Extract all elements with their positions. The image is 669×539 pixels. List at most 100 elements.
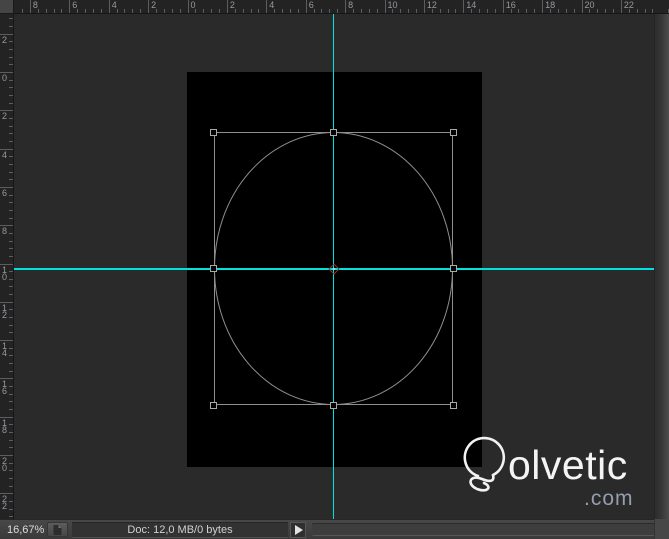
ruler-minor-tick bbox=[565, 9, 567, 13]
ruler-minor-tick bbox=[297, 9, 299, 13]
lightbulb-logo-icon bbox=[463, 436, 506, 492]
transform-handle-middle-left[interactable] bbox=[210, 265, 217, 272]
ruler-tick-label: 2 bbox=[2, 34, 8, 45]
ruler-major-tick bbox=[502, 0, 504, 13]
ruler-major-tick bbox=[187, 0, 189, 13]
ruler-minor-tick bbox=[179, 9, 181, 13]
ruler-minor-tick bbox=[9, 485, 13, 487]
ruler-major-tick bbox=[581, 0, 583, 13]
ruler-minor-tick bbox=[9, 500, 13, 502]
ruler-minor-tick bbox=[321, 9, 323, 13]
ruler-minor-tick bbox=[9, 102, 13, 104]
ruler-minor-tick bbox=[9, 117, 13, 119]
ruler-major-tick bbox=[148, 0, 150, 13]
ruler-minor-tick bbox=[360, 9, 362, 13]
status-bar: 16,67% Doc: 12,0 MB/0 bytes bbox=[0, 519, 669, 539]
ruler-minor-tick bbox=[9, 64, 13, 66]
ruler-major-tick bbox=[463, 0, 465, 13]
transform-handle-top-left[interactable] bbox=[210, 128, 217, 136]
ruler-minor-tick bbox=[9, 516, 13, 518]
transform-handle-top-center[interactable] bbox=[330, 128, 337, 136]
ruler-minor-tick bbox=[85, 9, 87, 13]
ruler-minor-tick bbox=[597, 9, 599, 13]
ruler-tick-label: 0 bbox=[2, 73, 8, 83]
ruler-minor-tick bbox=[22, 9, 24, 13]
ruler-minor-tick bbox=[337, 9, 339, 13]
ruler-minor-tick bbox=[9, 232, 13, 234]
ruler-major-tick bbox=[108, 0, 110, 13]
ruler-minor-tick bbox=[9, 248, 13, 250]
ruler-minor-tick bbox=[92, 9, 94, 13]
ruler-minor-tick bbox=[9, 194, 13, 196]
ruler-minor-tick bbox=[9, 317, 13, 319]
ruler-minor-tick bbox=[486, 9, 488, 13]
solvetic-watermark: olvetic .com bbox=[450, 430, 668, 516]
doc-info-icon-button[interactable] bbox=[47, 522, 68, 537]
ruler-minor-tick bbox=[9, 179, 13, 181]
ruler-minor-tick bbox=[132, 9, 134, 13]
ruler-minor-tick bbox=[234, 9, 236, 13]
ruler-minor-tick bbox=[431, 9, 433, 13]
ruler-minor-tick bbox=[573, 9, 575, 13]
ruler-minor-tick bbox=[9, 240, 13, 242]
ruler-minor-tick bbox=[392, 9, 394, 13]
ruler-minor-tick bbox=[203, 9, 205, 13]
ruler-minor-tick bbox=[9, 26, 13, 28]
ruler-minor-tick bbox=[526, 9, 528, 13]
transform-handle-bottom-right[interactable] bbox=[450, 401, 457, 409]
ruler-tick-label: 2 bbox=[2, 111, 8, 122]
ruler-minor-tick bbox=[250, 9, 252, 13]
ruler-minor-tick bbox=[352, 9, 354, 13]
doc-size-field[interactable]: Doc: 12,0 MB/0 bytes bbox=[72, 522, 288, 538]
ruler-minor-tick bbox=[376, 9, 378, 13]
transform-handle-middle-right[interactable] bbox=[450, 265, 457, 272]
page-icon bbox=[53, 525, 62, 535]
ruler-vertical[interactable]: 2 0 2 4 6 8 1 0 1 2 1 4 1 6 1 8 2 0 2 2 bbox=[0, 14, 14, 519]
ruler-minor-tick bbox=[518, 9, 520, 13]
ruler-minor-tick bbox=[9, 125, 13, 127]
ruler-minor-tick bbox=[9, 332, 13, 334]
ruler-minor-tick bbox=[400, 9, 402, 13]
ruler-minor-tick bbox=[242, 9, 244, 13]
ruler-minor-tick bbox=[9, 424, 13, 426]
ruler-minor-tick bbox=[9, 255, 13, 257]
ruler-tick-label: 6 bbox=[2, 187, 8, 198]
ruler-minor-tick bbox=[9, 278, 13, 280]
ruler-minor-tick bbox=[211, 9, 213, 13]
ruler-minor-tick bbox=[77, 9, 79, 13]
ruler-minor-tick bbox=[9, 171, 13, 173]
ruler-minor-tick bbox=[9, 56, 13, 58]
ruler-minor-tick bbox=[9, 217, 13, 219]
transform-handle-bottom-center[interactable] bbox=[330, 401, 337, 409]
ruler-minor-tick bbox=[9, 439, 13, 441]
arrow-right-icon bbox=[295, 525, 303, 535]
ruler-minor-tick bbox=[9, 271, 13, 273]
zoom-level-field[interactable]: 16,67% bbox=[7, 524, 44, 536]
ruler-minor-tick bbox=[549, 9, 551, 13]
ruler-minor-tick bbox=[9, 370, 13, 372]
transform-handle-bottom-left[interactable] bbox=[210, 401, 217, 409]
ruler-major-tick bbox=[620, 0, 622, 13]
ruler-tick-label: 1 6 bbox=[2, 379, 8, 397]
transform-handle-top-right[interactable] bbox=[450, 128, 457, 136]
ruler-major-tick bbox=[542, 0, 544, 13]
ruler-minor-tick bbox=[9, 386, 13, 388]
ruler-major-tick bbox=[69, 0, 71, 13]
ruler-minor-tick bbox=[9, 347, 13, 349]
ruler-minor-tick bbox=[9, 462, 13, 464]
ruler-origin-box[interactable] bbox=[0, 0, 14, 14]
ruler-minor-tick bbox=[9, 508, 13, 510]
ruler-minor-tick bbox=[455, 9, 457, 13]
doc-size-label: Doc: 12,0 MB/0 bytes bbox=[127, 524, 233, 536]
ruler-minor-tick bbox=[447, 9, 449, 13]
ruler-minor-tick bbox=[613, 9, 615, 13]
ruler-minor-tick bbox=[289, 9, 291, 13]
ruler-minor-tick bbox=[652, 9, 654, 13]
ruler-minor-tick bbox=[9, 309, 13, 311]
ruler-minor-tick bbox=[9, 409, 13, 411]
ruler-minor-tick bbox=[9, 324, 13, 326]
ruler-minor-tick bbox=[439, 9, 441, 13]
ruler-horizontal[interactable]: 8 6 4 2 0 2 4 6 8 10 12 14 16 18 20 22 bbox=[0, 0, 669, 14]
status-options-arrow-button[interactable] bbox=[290, 522, 306, 538]
ruler-minor-tick bbox=[628, 9, 630, 13]
